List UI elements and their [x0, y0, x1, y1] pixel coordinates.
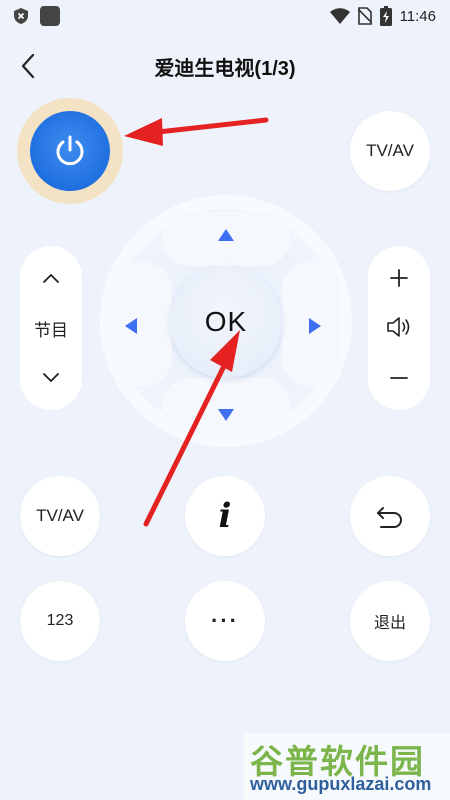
- volume-label: [368, 312, 430, 342]
- plus-icon: [390, 269, 408, 287]
- number-pad-button[interactable]: 123: [20, 581, 100, 661]
- info-icon: i: [218, 496, 232, 536]
- tvav-bottom-label: TV/AV: [36, 506, 84, 525]
- arrow-up-icon: [218, 229, 234, 241]
- status-bar: 11:46: [0, 0, 450, 32]
- page-title: 爱迪生电视(1/3): [154, 58, 296, 80]
- arrow-left-icon: [125, 318, 137, 334]
- volume-control: [368, 246, 430, 410]
- exit-label: 退出: [373, 615, 406, 632]
- dpad-left-button[interactable]: [116, 306, 146, 346]
- dpad-up-button[interactable]: [206, 220, 246, 250]
- chevron-down-icon: [43, 373, 59, 383]
- return-icon: [377, 507, 402, 528]
- tvav-button-top[interactable]: TV/AV: [350, 111, 430, 191]
- volume-icon: [387, 317, 410, 337]
- wifi-icon: [329, 8, 350, 24]
- volume-down-button[interactable]: [368, 360, 430, 396]
- dpad-down-button[interactable]: [206, 400, 246, 430]
- status-time: 11:46: [399, 7, 436, 25]
- ok-label: OK: [204, 306, 248, 337]
- no-sim-icon: [357, 7, 372, 25]
- shield-icon: [14, 8, 28, 24]
- battery-icon: [379, 6, 392, 26]
- return-button[interactable]: [350, 476, 430, 556]
- channel-label: 节目: [34, 321, 68, 340]
- chevron-up-icon: [43, 273, 59, 283]
- annotation-arrow-power: [124, 117, 269, 146]
- more-icon: ···: [211, 608, 239, 633]
- power-button[interactable]: [30, 111, 110, 191]
- ok-button[interactable]: OK: [170, 266, 282, 378]
- info-button[interactable]: i: [185, 476, 265, 556]
- tvav-top-label: TV/AV: [366, 141, 414, 160]
- channel-up-button[interactable]: [20, 260, 82, 296]
- tvav-button-bottom[interactable]: TV/AV: [20, 476, 100, 556]
- channel-down-button[interactable]: [20, 360, 82, 396]
- numbers-label: 123: [46, 612, 74, 629]
- app-notification-icon: [40, 6, 60, 26]
- watermark-url: www.gupuxlazai.com: [250, 774, 432, 794]
- channel-control: 节目: [20, 246, 82, 410]
- power-icon: [56, 135, 84, 166]
- volume-up-button[interactable]: [368, 260, 430, 296]
- dpad-right-button[interactable]: [300, 306, 330, 346]
- minus-icon: [390, 377, 408, 379]
- more-button[interactable]: ···: [185, 581, 265, 661]
- arrow-right-icon: [309, 318, 321, 334]
- arrow-down-icon: [218, 409, 234, 421]
- exit-button[interactable]: 退出: [350, 581, 430, 661]
